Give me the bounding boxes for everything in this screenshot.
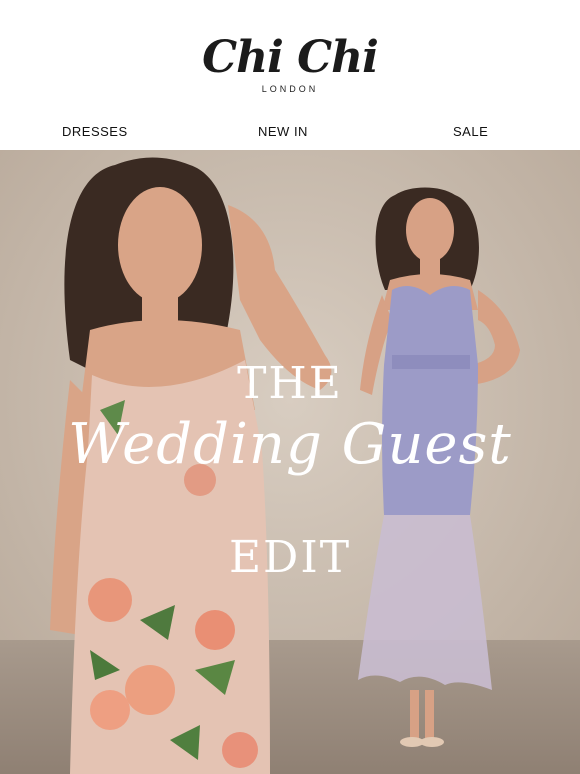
top-nav: DRESSES NEW IN SALE <box>0 118 580 150</box>
nav-new-in-link[interactable]: NEW IN <box>258 124 308 139</box>
hero-image <box>0 150 580 774</box>
brand-location: LONDON <box>261 84 319 94</box>
email-header: Chi Chi LONDON <box>0 0 580 118</box>
hero-banner[interactable]: THE Wedding Guest EDIT <box>0 150 580 774</box>
nav-sale-link[interactable]: SALE <box>453 124 488 139</box>
brand-logo[interactable]: Chi Chi LONDON <box>0 32 580 95</box>
brand-name: Chi Chi <box>202 32 379 83</box>
nav-dresses-link[interactable]: DRESSES <box>62 124 128 139</box>
